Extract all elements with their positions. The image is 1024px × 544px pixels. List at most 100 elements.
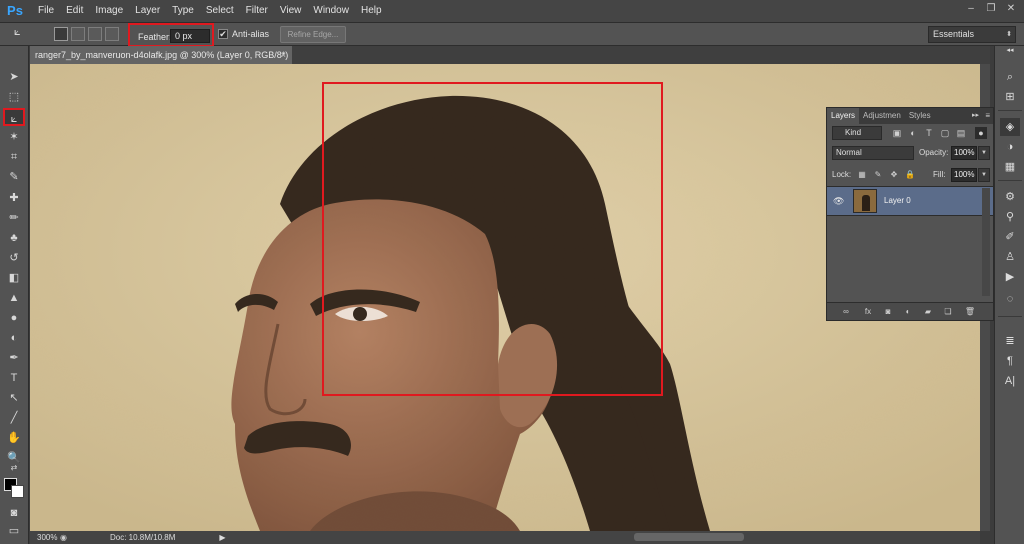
path-selection-tool-icon[interactable]: ↖: [3, 389, 25, 407]
eyedropper-tool-icon[interactable]: ✎: [3, 168, 25, 186]
intersect-selection-mode-button[interactable]: [105, 27, 119, 41]
properties-panel-icon[interactable]: ⊞: [1000, 88, 1020, 106]
menu-window[interactable]: Window: [307, 0, 355, 22]
character-panel-icon[interactable]: ≣: [1000, 332, 1020, 350]
close-window-button[interactable]: ✕: [1004, 2, 1018, 16]
adjustment-layer-icon[interactable]: ◐: [901, 306, 915, 318]
swatches-panel-icon[interactable]: ▦: [1000, 158, 1020, 176]
text-panel-icon[interactable]: A|: [1000, 372, 1020, 390]
move-tool-icon[interactable]: ➤: [3, 68, 25, 86]
opacity-dropdown-icon[interactable]: ▼: [978, 146, 990, 160]
layers-panel-icon[interactable]: ◈: [1000, 118, 1020, 136]
tab-adjustments[interactable]: Adjustmen: [859, 108, 905, 124]
layer-mask-icon[interactable]: ◙: [881, 306, 895, 318]
screen-mode-icon[interactable]: ▭: [3, 522, 25, 540]
color-panel-icon[interactable]: ◑: [1000, 138, 1020, 156]
background-color-swatch[interactable]: [11, 485, 24, 498]
status-bar: 300% ◉ Doc: 10.8M/10.8M ▶: [30, 531, 980, 544]
pen-tool-icon[interactable]: ✒: [3, 349, 25, 367]
visibility-eye-icon[interactable]: 👁: [833, 196, 845, 206]
adjustments-panel-icon[interactable]: ⚙: [1000, 188, 1020, 206]
actions-panel-icon[interactable]: ▶: [1000, 268, 1020, 286]
paint-bucket-tool-icon[interactable]: ▲: [3, 289, 25, 307]
lock-position-icon[interactable]: ✥: [889, 169, 899, 181]
paths-panel-icon[interactable]: ⚲: [1000, 208, 1020, 226]
menu-help[interactable]: Help: [355, 0, 388, 22]
history-brush-tool-icon[interactable]: ↺: [3, 249, 25, 267]
tab-layers[interactable]: Layers: [827, 108, 860, 124]
fill-label: Fill:: [933, 170, 946, 179]
magic-wand-tool-icon[interactable]: ✶: [3, 128, 25, 146]
kind-filter-select[interactable]: Kind: [832, 126, 882, 140]
polygonal-lasso-tool-icon[interactable]: ⟀: [3, 108, 25, 126]
healing-brush-tool-icon[interactable]: ✚: [3, 189, 25, 207]
layer-style-icon[interactable]: fx: [861, 306, 875, 318]
zoom-level[interactable]: 300%: [30, 533, 60, 542]
brush-panel-icon[interactable]: ✐: [1000, 228, 1020, 246]
antialias-checkbox[interactable]: ✔: [218, 29, 228, 39]
restore-button[interactable]: ❐: [984, 2, 998, 16]
layers-scrollbar[interactable]: [982, 188, 990, 296]
opacity-input[interactable]: 100%: [951, 146, 977, 160]
group-folder-icon[interactable]: ▰: [921, 306, 935, 318]
feather-input[interactable]: 0 px: [170, 29, 210, 43]
dock-collapse-icon[interactable]: ◂◂: [1000, 46, 1020, 56]
swap-colors-icon[interactable]: ⇄: [3, 462, 25, 474]
fill-dropdown-icon[interactable]: ▼: [978, 168, 990, 182]
menu-image[interactable]: Image: [89, 0, 129, 22]
fill-input[interactable]: 100%: [951, 168, 977, 182]
workspace-select[interactable]: Essentials ⬍: [928, 26, 1016, 43]
hand-tool-icon[interactable]: ✋: [3, 429, 25, 447]
refine-edge-button[interactable]: Refine Edge...: [280, 26, 346, 43]
menu-view[interactable]: View: [274, 0, 308, 22]
paragraph-panel-icon[interactable]: ¶: [1000, 352, 1020, 370]
status-arrow-icon[interactable]: ▶: [219, 533, 225, 542]
adjustment-filter-icon[interactable]: ◐: [907, 127, 919, 139]
menu-type[interactable]: Type: [166, 0, 200, 22]
lock-all-icon[interactable]: 🔒: [905, 169, 915, 181]
lock-image-icon[interactable]: ✎: [873, 169, 883, 181]
menu-file[interactable]: File: [32, 0, 60, 22]
brush-tool-icon[interactable]: ✏: [3, 209, 25, 227]
horizontal-scrollbar-thumb[interactable]: [634, 533, 744, 541]
shape-filter-icon[interactable]: ▢: [939, 127, 951, 139]
clone-stamp-tool-icon[interactable]: ♣: [3, 229, 25, 247]
type-tool-icon[interactable]: T: [3, 369, 25, 387]
lock-transparent-icon[interactable]: ▦: [857, 169, 867, 181]
crop-tool-icon[interactable]: ⌗: [3, 148, 25, 166]
filter-toggle-icon[interactable]: ●: [975, 127, 987, 139]
type-filter-icon[interactable]: T: [923, 127, 935, 139]
menu-filter[interactable]: Filter: [240, 0, 274, 22]
tab-styles[interactable]: Styles: [905, 108, 935, 124]
marquee-tool-icon[interactable]: ⬚: [3, 88, 25, 106]
add-selection-mode-button[interactable]: [71, 27, 85, 41]
status-info-icon[interactable]: ◉: [60, 533, 70, 542]
pixel-filter-icon[interactable]: ▣: [891, 127, 903, 139]
menu-layer[interactable]: Layer: [129, 0, 166, 22]
layer-name[interactable]: Layer 0: [884, 196, 911, 205]
dodge-tool-icon[interactable]: ◐: [3, 329, 25, 347]
panel-collapse-icon[interactable]: ▸▸: [972, 108, 979, 124]
smart-object-filter-icon[interactable]: ▤: [955, 127, 967, 139]
info-panel-icon[interactable]: ◌: [1000, 290, 1020, 308]
blur-tool-icon[interactable]: ●: [3, 309, 25, 327]
minimize-button[interactable]: –: [964, 2, 978, 16]
close-document-icon[interactable]: ×: [281, 46, 286, 64]
line-tool-icon[interactable]: ╱: [3, 409, 25, 427]
layer-row[interactable]: 👁 Layer 0: [827, 186, 993, 216]
new-layer-icon[interactable]: ❏: [941, 306, 955, 318]
history-panel-icon[interactable]: ⌕: [1000, 68, 1020, 86]
document-tab[interactable]: ranger7_by_manveruon-d4olafk.jpg @ 300% …: [30, 46, 292, 64]
new-selection-mode-button[interactable]: [54, 27, 68, 41]
lasso-tool-preset-icon[interactable]: ⟀: [14, 26, 34, 43]
subtract-selection-mode-button[interactable]: [88, 27, 102, 41]
blend-mode-select[interactable]: Normal: [832, 146, 914, 160]
clone-source-panel-icon[interactable]: ♙: [1000, 248, 1020, 266]
eraser-tool-icon[interactable]: ◧: [3, 269, 25, 287]
menu-edit[interactable]: Edit: [60, 0, 89, 22]
quick-mask-icon[interactable]: ◙: [3, 504, 25, 522]
panel-menu-icon[interactable]: ≡: [985, 108, 990, 124]
link-layers-icon[interactable]: ∞: [839, 306, 853, 318]
delete-layer-icon[interactable]: 🗑: [963, 306, 977, 318]
menu-select[interactable]: Select: [200, 0, 240, 22]
